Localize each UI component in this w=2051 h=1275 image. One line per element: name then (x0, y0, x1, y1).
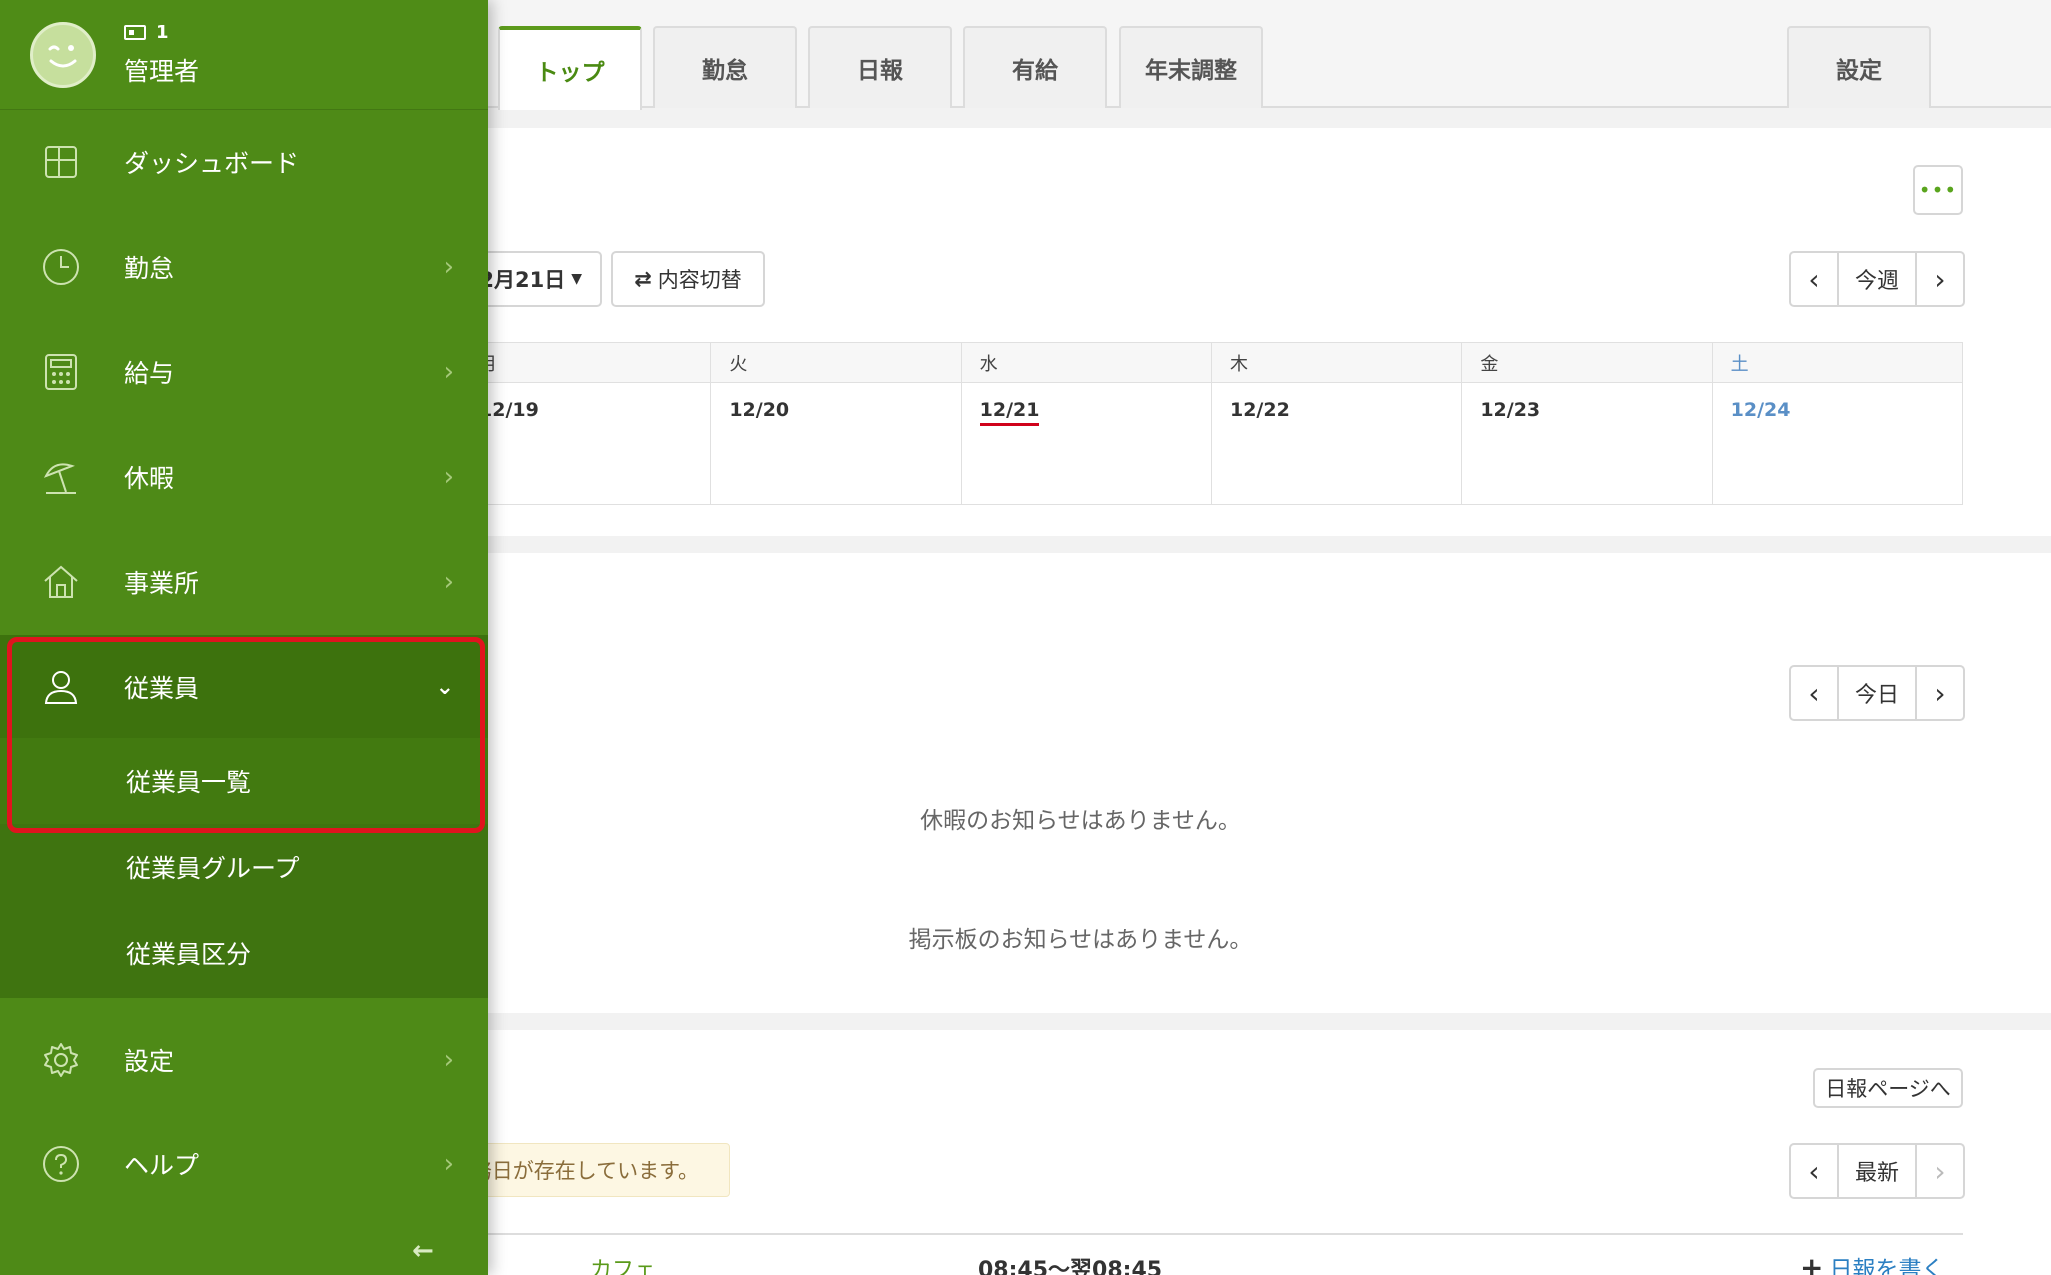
next-day-button[interactable]: › (1917, 667, 1963, 719)
date-selector-label: 2月21日 (479, 268, 566, 292)
day-date: 12/21 (979, 399, 1040, 426)
sidebar-subitem-label: 従業員グループ (126, 854, 300, 883)
smiley-face-icon (48, 45, 77, 68)
plus-icon: + (1800, 1250, 1824, 1275)
chevron-right-icon: › (443, 1045, 454, 1075)
sidebar-item-label: 事業所 (124, 569, 200, 598)
sidebar-subitem-employee-groups[interactable]: 従業員グループ (0, 824, 488, 910)
sidebar-item-settings[interactable]: 設定 › (0, 1008, 488, 1112)
sidebar-subitem-label: 従業員区分 (126, 940, 252, 969)
tab-daily-report[interactable]: 日報 (808, 26, 952, 108)
home-icon (40, 561, 82, 603)
weekday-wed: 水 (960, 342, 1212, 383)
chevron-right-icon: › (443, 567, 454, 597)
weekday-thu: 木 (1210, 342, 1463, 383)
swap-icon: ⇄ (634, 267, 652, 291)
tab-top[interactable]: トップ (498, 26, 642, 110)
sidebar-item-label: 勤怠 (124, 254, 175, 283)
chevron-right-icon: › (443, 357, 454, 387)
caret-down-icon: ▼ (571, 271, 582, 287)
day-date: 12/24 (1730, 399, 1791, 421)
day-date: 12/23 (1480, 399, 1541, 421)
weekday-mon: 月 (459, 342, 712, 383)
tab-year-end[interactable]: 年末調整 (1119, 26, 1263, 108)
day-cell-today[interactable]: 12/21 (960, 382, 1212, 505)
day-cell[interactable]: 12/19 (459, 382, 712, 505)
day-cell[interactable]: 12/23 (1461, 382, 1713, 505)
tab-attendance[interactable]: 勤怠 (653, 26, 797, 108)
next-report-button[interactable]: › (1917, 1145, 1963, 1197)
tab-paid-leave[interactable]: 有給 (963, 26, 1107, 108)
sidebar-subitem-employee-categories[interactable]: 従業員区分 (0, 910, 488, 996)
avatar[interactable] (30, 22, 96, 88)
weekday-sat: 土 (1711, 342, 1964, 383)
content-toggle-label: 内容切替 (657, 268, 742, 292)
week-calendar: 月 火 水 木 金 土 12/19 12/20 12/21 12/22 12/2… (459, 342, 1964, 505)
sidebar-item-label: ヘルプ (124, 1151, 200, 1180)
weekday-tue: 火 (710, 342, 962, 383)
chevron-right-icon: › (443, 252, 454, 282)
report-time: 08:45～翌08:45 (978, 1258, 1163, 1275)
write-report-label: 日報を書く (1829, 1257, 1945, 1275)
day-pager: ‹ 今日 › (1789, 665, 1966, 721)
weekday-fri: 金 (1461, 342, 1713, 383)
sidebar-item-attendance[interactable]: 勤怠 › (0, 215, 488, 319)
calculator-icon (40, 351, 82, 393)
day-date: 12/22 (1229, 399, 1290, 421)
prev-report-button[interactable]: ‹ (1791, 1145, 1837, 1197)
prev-week-button[interactable]: ‹ (1791, 253, 1837, 305)
today-button[interactable]: 今日 (1837, 667, 1918, 719)
daily-report-page-button[interactable]: 日報ページへ (1813, 1068, 1963, 1108)
sidebar-item-payroll[interactable]: 給与 › (0, 320, 488, 424)
next-week-button[interactable]: › (1917, 253, 1963, 305)
sidebar-item-help[interactable]: ヘルプ › (0, 1112, 488, 1216)
report-location-link[interactable]: カフェ (590, 1252, 656, 1275)
day-cell[interactable]: 12/22 (1210, 382, 1463, 505)
sidebar-item-label: ダッシュボード (124, 149, 300, 178)
id-card-icon (124, 25, 146, 40)
user-role: 管理者 (124, 57, 200, 86)
more-options-button[interactable]: ••• (1913, 165, 1963, 215)
latest-button[interactable]: 最新 (1837, 1145, 1918, 1197)
content-toggle-button[interactable]: ⇄ 内容切替 (611, 251, 765, 307)
tab-settings[interactable]: 設定 (1787, 26, 1931, 108)
sidebar-item-label: 休暇 (124, 464, 175, 493)
user-id-badge: 1 (124, 22, 169, 43)
report-pager: ‹ 最新 › (1789, 1143, 1966, 1199)
date-row: 12/19 12/20 12/21 12/22 12/23 12/24 (459, 382, 1964, 505)
sidebar-item-label: 給与 (124, 359, 175, 388)
user-id-count: 1 (156, 22, 169, 43)
day-date: 12/20 (729, 399, 790, 421)
day-cell[interactable]: 12/20 (710, 382, 962, 505)
prev-day-button[interactable]: ‹ (1791, 667, 1837, 719)
week-pager: ‹ 今週 › (1789, 251, 1966, 307)
write-report-link[interactable]: + 日報を書く (1800, 1250, 1944, 1275)
gear-icon (40, 1039, 82, 1081)
chevron-right-icon: › (443, 1149, 454, 1179)
sidebar-item-label: 設定 (124, 1047, 175, 1076)
report-divider (460, 1233, 1963, 1235)
sidebar-item-office[interactable]: 事業所 › (0, 530, 488, 634)
help-icon (40, 1143, 82, 1185)
sidebar-item-dashboard[interactable]: ダッシュボード (0, 110, 488, 214)
day-cell[interactable]: 12/24 (1711, 382, 1964, 505)
collapse-sidebar-icon[interactable]: ← (412, 1236, 434, 1266)
sidebar-item-leave[interactable]: 休暇 › (0, 425, 488, 529)
sidebar: 1 管理者 ダッシュボード 勤怠 › 給与 › 休暇 › 事業所 › 従業員 ⌄… (0, 0, 488, 1275)
sidebar-user-header: 1 管理者 (0, 0, 488, 110)
highlight-box (7, 637, 485, 833)
dashboard-icon (40, 141, 82, 183)
this-week-button[interactable]: 今週 (1837, 253, 1918, 305)
chevron-right-icon: › (443, 462, 454, 492)
weekday-header-row: 月 火 水 木 金 土 (459, 342, 1964, 383)
umbrella-icon (40, 456, 82, 498)
clock-icon (40, 246, 82, 288)
